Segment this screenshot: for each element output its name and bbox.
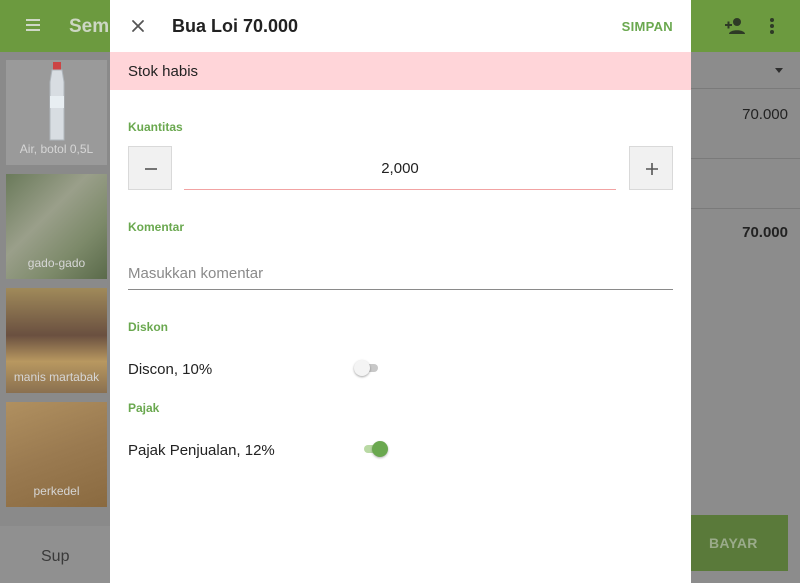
plus-icon <box>646 163 658 175</box>
product-label: perkedel <box>33 484 80 498</box>
out-of-stock-banner: Stok habis <box>110 52 691 90</box>
dialog-header: Bua Loi 70.000 SIMPAN <box>110 0 691 52</box>
tax-label: Pajak <box>128 401 160 415</box>
comment-label: Komentar <box>128 220 185 234</box>
quantity-label: Kuantitas <box>128 120 183 134</box>
product-grid: Air, botol 0,5L gado-gado manis martabak… <box>0 52 110 583</box>
total-amount: 70.000 <box>742 224 788 241</box>
quantity-input[interactable]: 2,000 <box>184 146 616 190</box>
quantity-value: 2,000 <box>381 160 419 177</box>
product-tile[interactable]: Air, botol 0,5L <box>6 60 107 165</box>
minus-icon <box>145 168 157 170</box>
product-label: Air, botol 0,5L <box>19 142 94 156</box>
edit-item-dialog: Bua Loi 70.000 SIMPAN Stok habis Kuantit… <box>110 0 691 583</box>
bottle-image <box>49 62 65 141</box>
product-tile[interactable]: gado-gado <box>6 174 107 279</box>
category-label: Sup <box>41 548 70 565</box>
person-add-icon[interactable] <box>725 16 747 36</box>
menu-icon[interactable] <box>22 16 48 36</box>
divider <box>691 208 800 209</box>
ticket-panel: 70.000 70.000 <box>691 52 800 583</box>
line-amount: 70.000 <box>742 106 788 123</box>
increase-quantity-button[interactable] <box>629 146 673 190</box>
tax-toggle[interactable] <box>360 440 388 458</box>
tax-item-label: Pajak Penjualan, 12% <box>128 442 275 459</box>
product-tile[interactable]: perkedel <box>6 402 107 507</box>
divider <box>691 88 800 89</box>
discount-label: Diskon <box>128 320 169 334</box>
save-button[interactable]: SIMPAN <box>622 19 673 34</box>
decrease-quantity-button[interactable] <box>128 146 172 190</box>
dialog-title: Bua Loi 70.000 <box>172 16 299 36</box>
product-tile[interactable]: manis martabak <box>6 288 107 393</box>
more-vert-icon[interactable] <box>768 16 776 36</box>
dropdown-arrow-icon[interactable] <box>775 68 783 73</box>
product-label: manis martabak <box>13 370 100 384</box>
discount-item-label: Discon, 10% <box>128 361 213 378</box>
pay-button-label: BAYAR <box>709 535 758 551</box>
comment-input[interactable] <box>128 252 673 290</box>
category-button[interactable]: Sup <box>0 526 110 583</box>
divider <box>691 158 800 159</box>
out-of-stock-text: Stok habis <box>128 63 199 80</box>
close-icon[interactable] <box>128 16 148 36</box>
pay-button[interactable]: BAYAR <box>691 515 788 571</box>
discount-toggle[interactable] <box>354 359 382 377</box>
product-label: gado-gado <box>27 256 86 270</box>
